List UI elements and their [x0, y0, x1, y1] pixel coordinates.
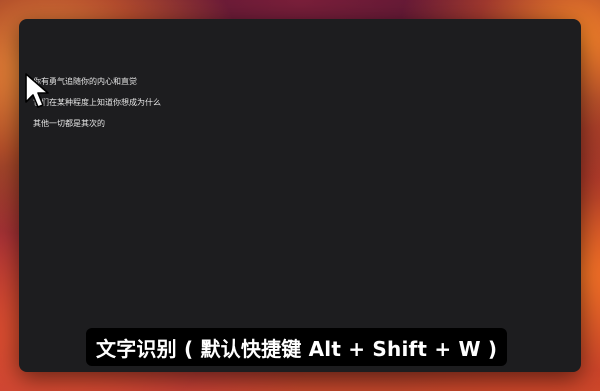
caption-text: 文字识别 ( 默认快捷键 Alt + Shift + W ) — [96, 336, 498, 361]
ocr-line[interactable]: 其他一切都是其次的 — [33, 119, 161, 129]
ocr-result-window: 你有勇气追随你的内心和直觉 它们在某种程度上知道你想成为什么 其他一切都是其次的 — [19, 19, 581, 372]
mouse-pointer-icon — [25, 73, 49, 108]
ocr-line[interactable]: 它们在某种程度上知道你想成为什么 — [33, 98, 161, 108]
caption-banner: 文字识别 ( 默认快捷键 Alt + Shift + W ) — [86, 328, 508, 366]
ocr-line[interactable]: 你有勇气追随你的内心和直觉 — [33, 77, 161, 87]
ocr-text-block[interactable]: 你有勇气追随你的内心和直觉 它们在某种程度上知道你想成为什么 其他一切都是其次的 — [33, 77, 161, 140]
